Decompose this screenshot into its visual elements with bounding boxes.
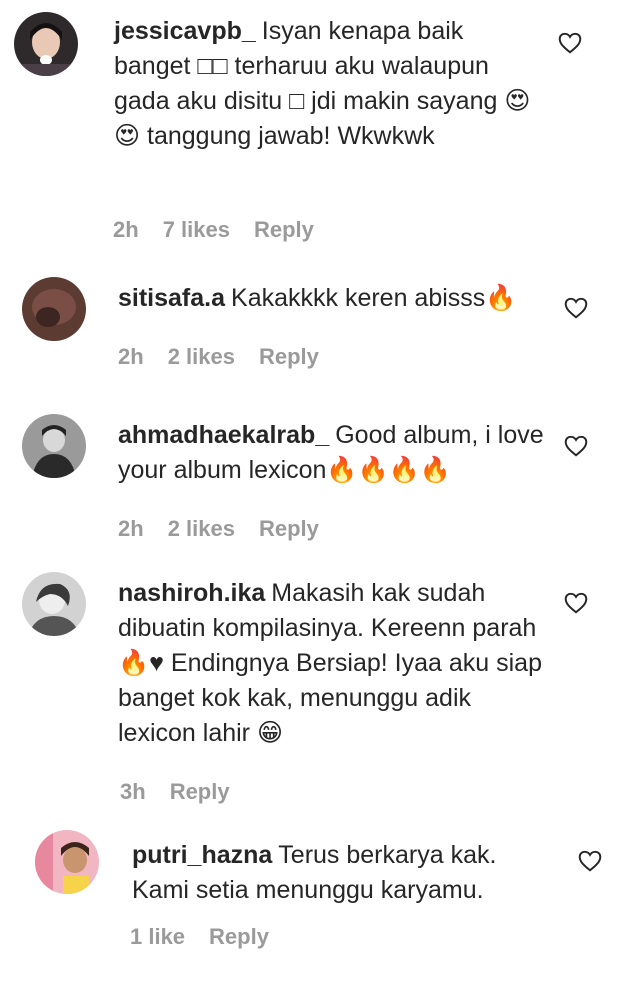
comment-time: 2h [118, 344, 144, 369]
avatar[interactable] [22, 414, 86, 478]
comment-username[interactable]: sitisafa.a [118, 284, 225, 312]
comment-body: nashiroh.ika Makasih kak sudah dibuatin k… [118, 576, 548, 751]
comment-username[interactable]: jessicavpb_ [114, 17, 256, 45]
comment-body: jessicavpb_ Isyan kenapa baik banget □□ t… [114, 14, 534, 154]
avatar[interactable] [22, 572, 86, 636]
comment-likes[interactable]: 1 like [130, 924, 185, 949]
reply-button[interactable]: Reply [254, 217, 314, 242]
comment-body: putri_hazna Terus berkarya kak. Kami seti… [132, 838, 552, 908]
heart-outline-icon[interactable] [557, 30, 583, 56]
avatar[interactable] [22, 277, 86, 341]
comment-body: ahmadhaekalrab_ Good album, i love your a… [118, 418, 548, 488]
comment-time: 2h [113, 217, 139, 242]
comment-text: Kakakkkk keren abisss🔥 [231, 284, 517, 312]
comment-body: sitisafa.a Kakakkkk keren abisss🔥 [118, 281, 548, 316]
comment-meta: 2h 2 likes Reply [118, 516, 343, 542]
comment-username[interactable]: ahmadhaekalrab_ [118, 421, 329, 449]
comment-meta: 3h Reply [120, 779, 254, 805]
comment-likes[interactable]: 2 likes [168, 516, 235, 541]
avatar[interactable] [35, 830, 99, 894]
comment-meta: 2h 2 likes Reply [118, 344, 343, 370]
comment-time: 2h [118, 516, 144, 541]
reply-button[interactable]: Reply [259, 344, 319, 369]
heart-outline-icon[interactable] [563, 590, 589, 616]
comment-meta: 2h 7 likes Reply [113, 217, 338, 243]
reply-button[interactable]: Reply [170, 779, 230, 804]
reply-button[interactable]: Reply [259, 516, 319, 541]
heart-outline-icon[interactable] [563, 433, 589, 459]
comment-username[interactable]: nashiroh.ika [118, 579, 265, 607]
comment-likes[interactable]: 7 likes [163, 217, 230, 242]
comment-time: 3h [120, 779, 146, 804]
heart-outline-icon[interactable] [563, 295, 589, 321]
comment-meta: 1 like Reply [130, 924, 293, 950]
comment-likes[interactable]: 2 likes [168, 344, 235, 369]
comment-username[interactable]: putri_hazna [132, 841, 272, 869]
heart-outline-icon[interactable] [577, 848, 603, 874]
reply-button[interactable]: Reply [209, 924, 269, 949]
avatar[interactable] [14, 12, 78, 76]
